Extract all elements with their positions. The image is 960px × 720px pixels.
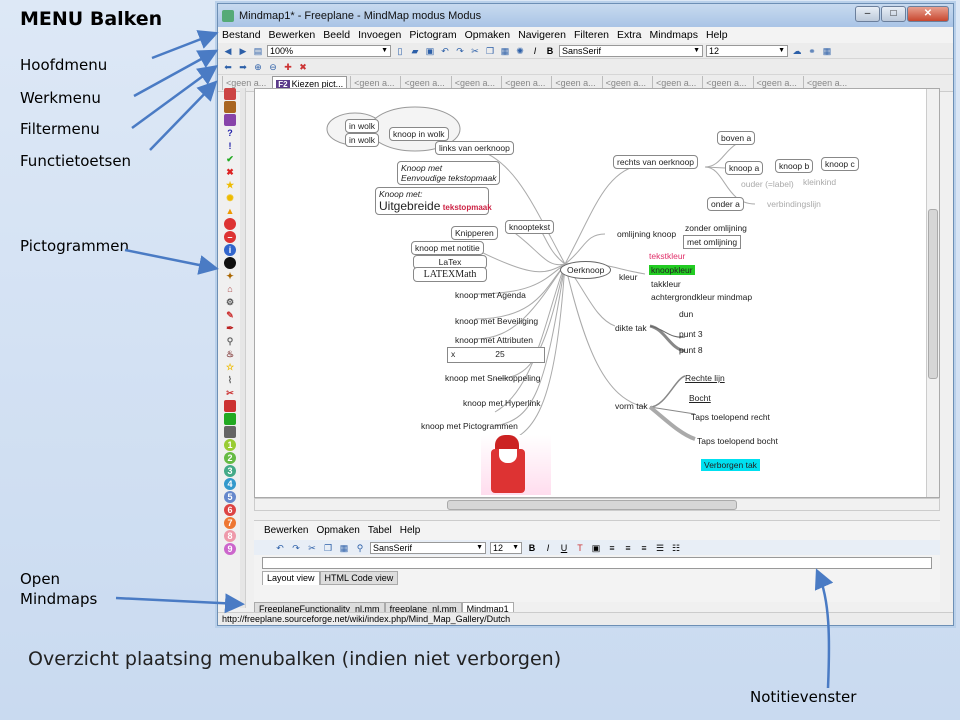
- annotation-arrows: [115, 30, 834, 689]
